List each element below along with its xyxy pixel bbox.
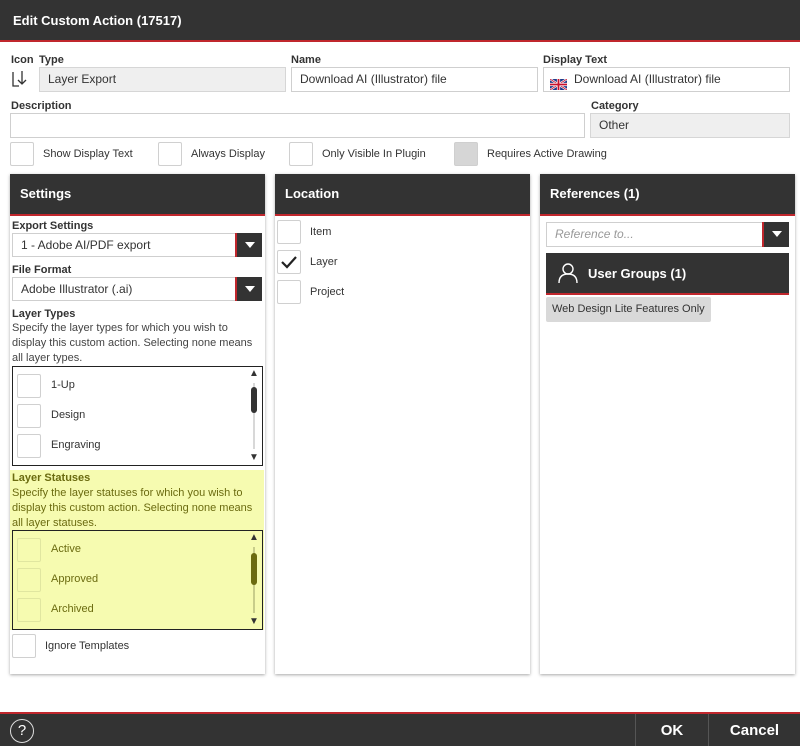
ignore-templates-label: Ignore Templates (45, 640, 130, 652)
scroll-thumb[interactable] (251, 387, 257, 413)
only-visible-in-plugin-checkbox[interactable] (289, 142, 313, 166)
layer-status-checkbox[interactable] (17, 538, 41, 562)
export-settings-select[interactable]: 1 - Adobe AI/PDF export (12, 233, 262, 257)
location-layer-checkbox[interactable] (277, 250, 301, 274)
layer-types-scrollbar[interactable]: ▲ ▼ (248, 369, 260, 463)
ok-button[interactable]: OK (636, 714, 708, 746)
user-groups-header[interactable]: User Groups (1) (546, 253, 789, 295)
layer-types-label: Layer Types (12, 308, 76, 320)
file-format-select[interactable]: Adobe Illustrator (.ai) (12, 277, 262, 301)
export-settings-value: 1 - Adobe AI/PDF export (21, 238, 151, 252)
location-project-checkbox[interactable] (277, 280, 301, 304)
location-item-checkbox[interactable] (277, 220, 301, 244)
layer-types-description: Specify the layer types for which you wi… (12, 322, 253, 364)
scroll-down-icon[interactable]: ▼ (248, 453, 260, 463)
description-field[interactable] (10, 113, 585, 138)
ignore-templates-checkbox[interactable] (12, 634, 36, 658)
layer-type-checkbox[interactable] (17, 404, 41, 428)
location-item-label: Item (310, 226, 332, 238)
location-panel: Location (275, 174, 530, 674)
only-visible-in-plugin-label: Only Visible In Plugin (322, 148, 426, 160)
checkmark-icon (281, 256, 297, 269)
name-label: Name (291, 54, 321, 66)
category-field[interactable]: Other (590, 113, 790, 138)
file-format-label: File Format (12, 264, 72, 276)
user-group-tag[interactable]: Web Design Lite Features Only (546, 297, 711, 322)
layer-status-label: Archived (51, 603, 94, 615)
scroll-up-icon[interactable]: ▲ (248, 533, 260, 543)
references-header: References (1) (540, 174, 795, 216)
layer-status-label: Active (51, 543, 81, 555)
reference-to-select[interactable]: Reference to... (546, 222, 789, 247)
layer-type-checkbox[interactable] (17, 374, 41, 398)
file-format-value: Adobe Illustrator (.ai) (21, 282, 133, 296)
dialog-footer: ? OK Cancel (0, 712, 800, 746)
category-label: Category (591, 100, 639, 112)
cancel-button[interactable]: Cancel (709, 714, 800, 746)
layer-statuses-label: Layer Statuses (12, 472, 91, 484)
description-label: Description (11, 100, 72, 112)
layer-type-label: 1-Up (51, 379, 75, 391)
display-text-label: Display Text (543, 54, 607, 66)
requires-active-drawing-label: Requires Active Drawing (487, 148, 607, 160)
reference-to-placeholder: Reference to... (555, 227, 634, 241)
name-field[interactable]: Download AI (Illustrator) file (291, 67, 538, 92)
layer-statuses-scrollbar[interactable]: ▲ ▼ (248, 533, 260, 627)
chevron-down-icon[interactable] (235, 233, 262, 257)
layer-status-label: Approved (51, 573, 99, 585)
dialog-titlebar: Edit Custom Action (17517) (0, 0, 800, 42)
layer-type-checkbox[interactable] (17, 434, 41, 458)
user-groups-title: User Groups (1) (588, 266, 687, 281)
layer-status-checkbox[interactable] (17, 598, 41, 622)
layer-status-checkbox[interactable] (17, 568, 41, 592)
settings-header: Settings (10, 174, 265, 216)
scroll-down-icon[interactable]: ▼ (248, 617, 260, 627)
show-display-text-checkbox[interactable] (10, 142, 34, 166)
chevron-down-icon[interactable] (235, 277, 262, 301)
scroll-up-icon[interactable]: ▲ (248, 369, 260, 379)
references-panel: References (1) (540, 174, 795, 674)
layer-type-label: Design (51, 409, 86, 421)
type-label: Type (39, 54, 64, 66)
always-display-label: Always Display (191, 148, 265, 160)
dialog-title: Edit Custom Action (17517) (13, 13, 182, 28)
location-header: Location (275, 174, 530, 216)
display-text-value: Download AI (Illustrator) file (574, 72, 721, 86)
download-icon[interactable] (11, 67, 33, 89)
display-text-field[interactable]: Download AI (Illustrator) file (543, 67, 790, 92)
requires-active-drawing-checkbox[interactable] (454, 142, 478, 166)
type-field: Layer Export (39, 67, 286, 92)
layer-type-label: Engraving (51, 439, 101, 451)
user-icon (556, 261, 580, 288)
layer-statuses-list[interactable]: Active Approved Archived ▲ ▼ (12, 530, 263, 630)
icon-label: Icon (11, 54, 34, 66)
show-display-text-label: Show Display Text (43, 148, 133, 160)
always-display-checkbox[interactable] (158, 142, 182, 166)
layer-statuses-description: Specify the layer statuses for which you… (12, 487, 253, 529)
chevron-down-icon[interactable] (762, 222, 789, 247)
help-icon[interactable]: ? (10, 719, 34, 743)
uk-flag-icon[interactable] (549, 75, 568, 91)
location-project-label: Project (310, 286, 345, 298)
scroll-thumb[interactable] (251, 553, 257, 585)
export-settings-label: Export Settings (12, 220, 94, 232)
layer-types-list[interactable]: 1-Up Design Engraving ▲ ▼ (12, 366, 263, 466)
location-layer-label: Layer (310, 256, 338, 268)
